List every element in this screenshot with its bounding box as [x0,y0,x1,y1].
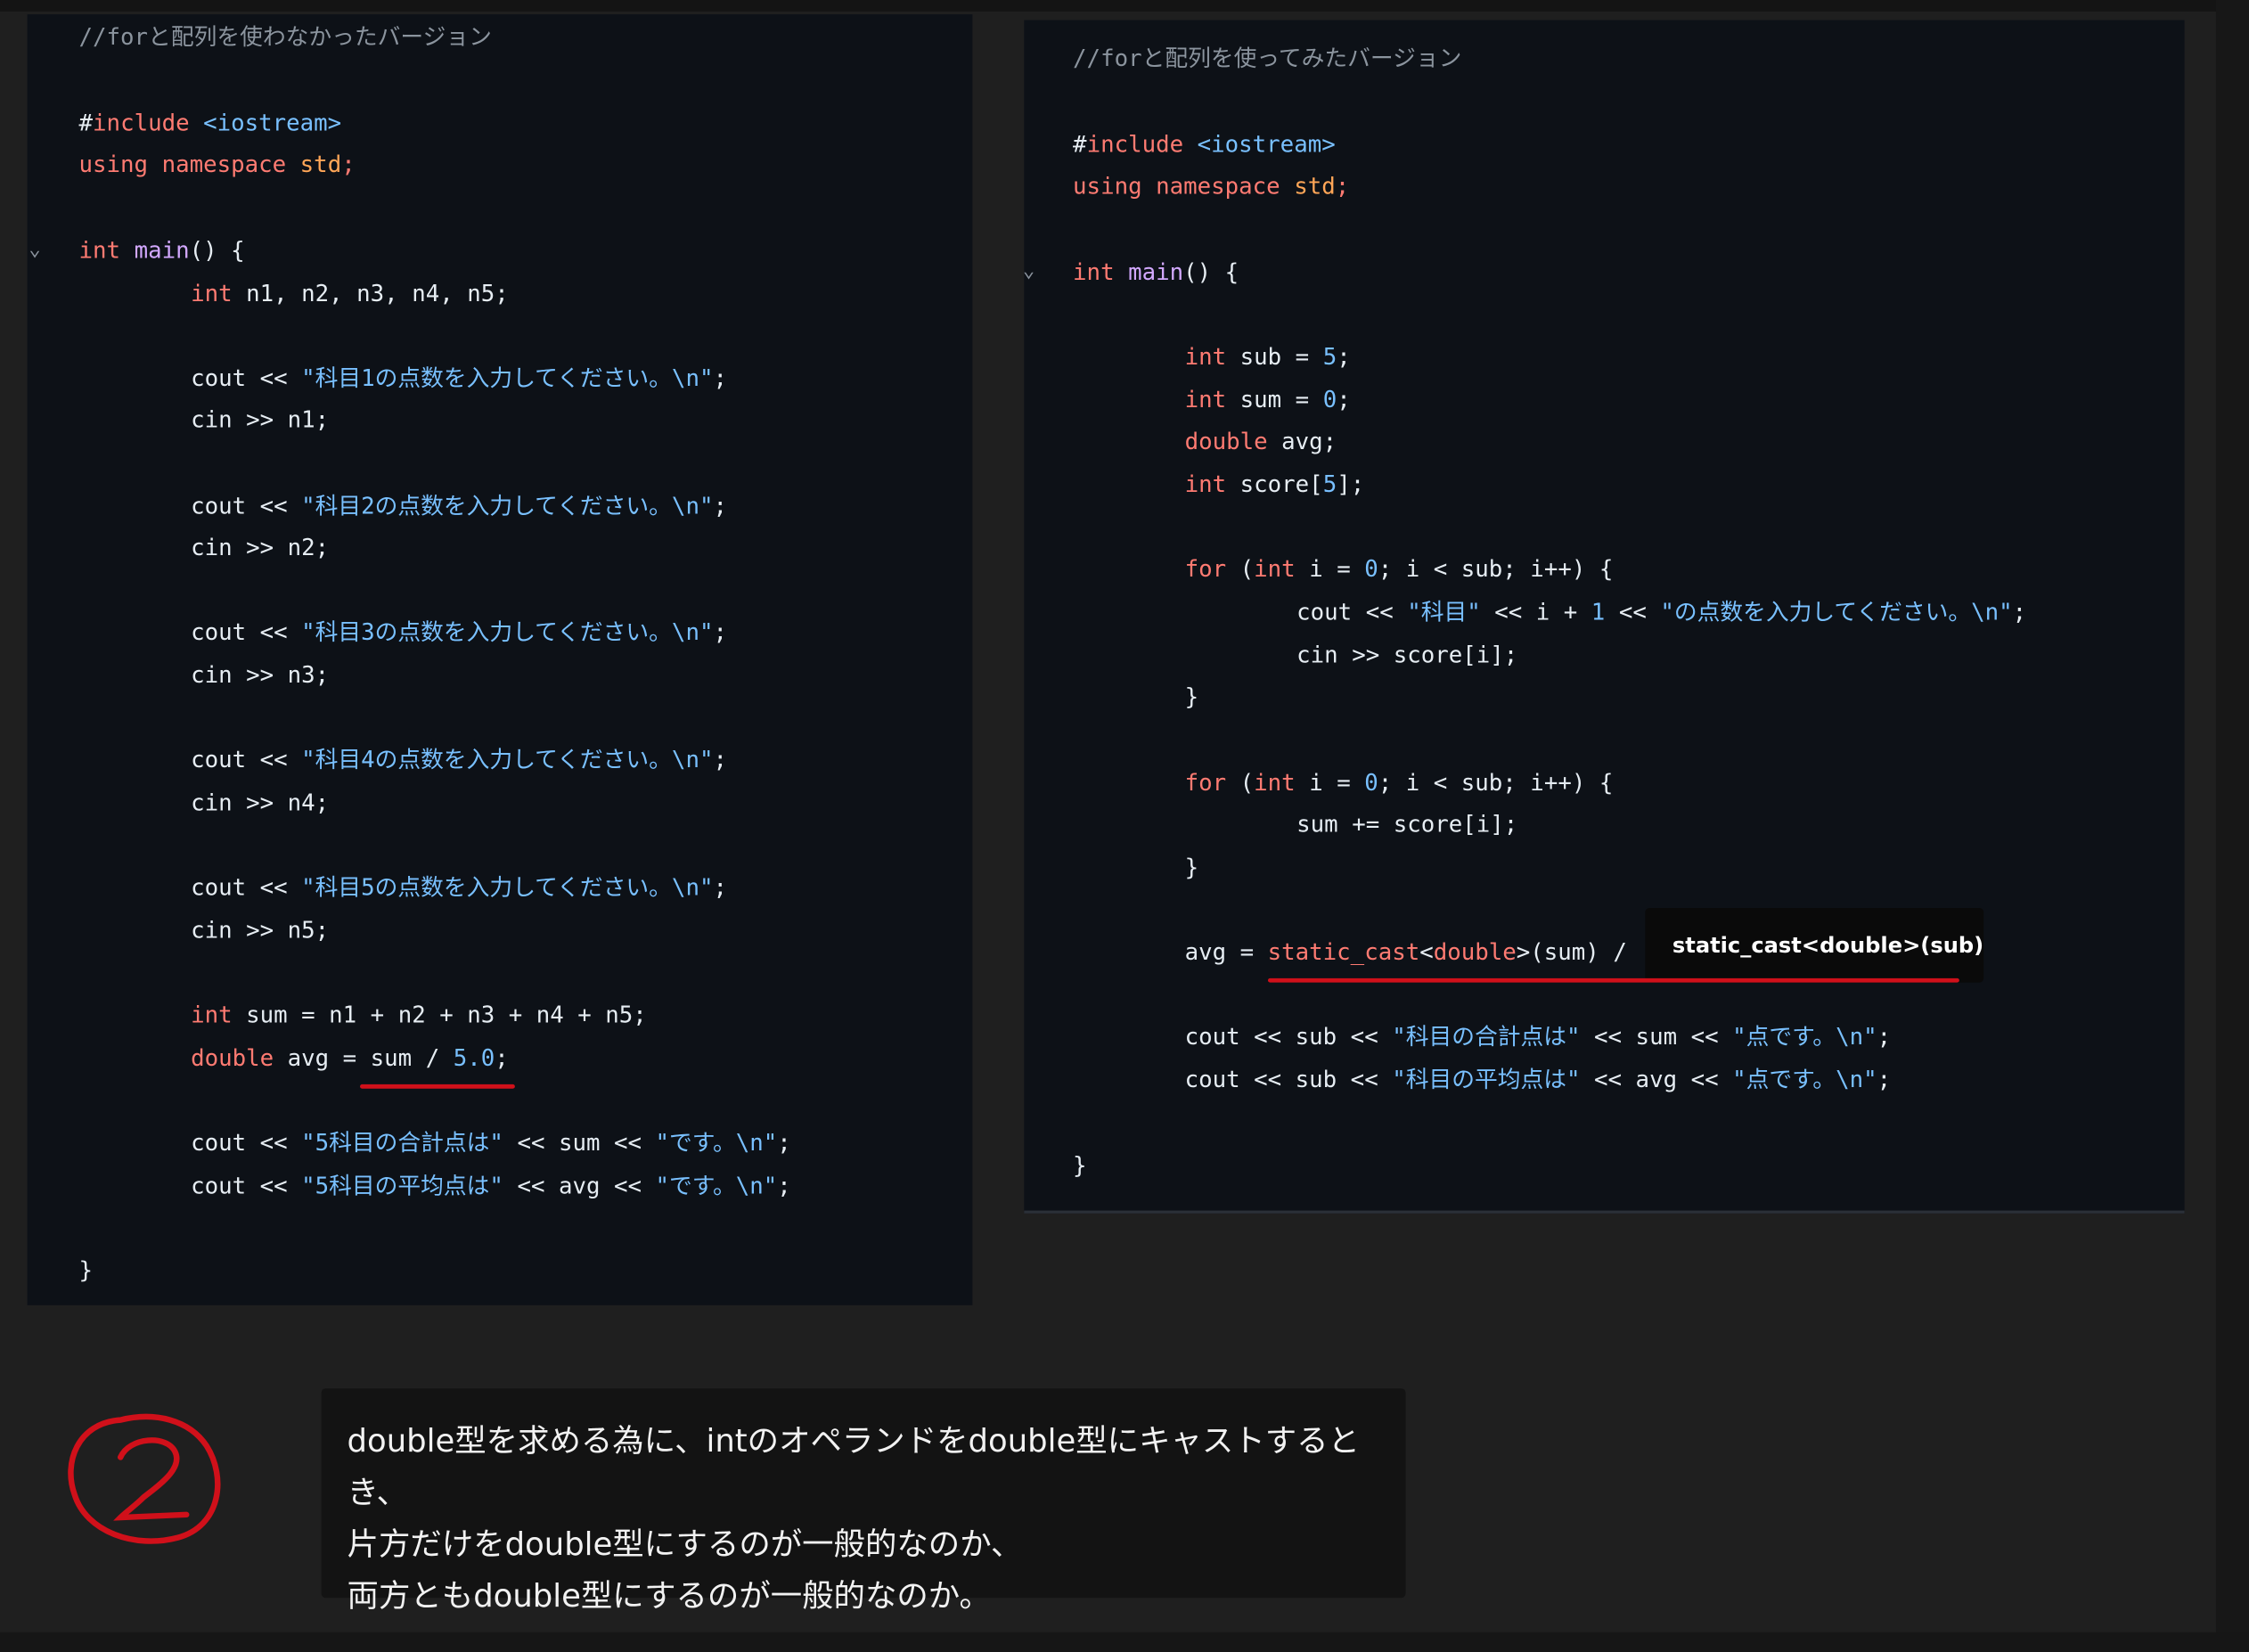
left-code-line-12: cin >> n4; [191,789,330,816]
screenshot-stage: //forと配列を使わなかったバージョン #include <iostream> u… [0,0,2249,1652]
right-code-line-15: avg = static_cast<double>(sum) / [1184,937,1627,966]
left-code-line-6: cin >> n1; [191,405,330,434]
code-panel-without-for [27,14,973,1305]
left-code-line-2: using namespace std; [78,151,356,178]
bottom-bar [0,1632,2249,1652]
left-code-line-15: int sum = n1 + n2 + n3 + n4 + n5; [191,1001,647,1029]
chevron-down-icon[interactable]: ⌄ [29,238,41,261]
right-code-line-9: cout << "科目" << i + 1 << "の点数を入力してください。\… [1296,598,2027,626]
right-code-line-16: cout << sub << "科目の合計点は" << sum << "点です。… [1184,1022,1892,1051]
left-code-line-16: double avg = sum / 5.0; [191,1043,509,1072]
left-code-line-3: int main() { [78,236,245,265]
right-code-line-17: cout << sub << "科目の平均点は" << avg << "点です。… [1184,1066,1892,1093]
red-underline-left [360,1084,515,1089]
right-code-line-11: } [1184,683,1199,710]
left-code-line-1: #include <iostream> [78,109,342,136]
circled-2-icon [68,1413,221,1544]
left-code-line-0: //forと配列を使わなかったバージョン [78,22,492,51]
hover-tooltip: static_cast<double>(sub) [1645,907,1983,983]
left-code-line-7: cout << "科目2の点数を入力してください。\n"; [191,492,727,519]
right-code-line-4: int sub = 5; [1184,342,1351,371]
left-code-line-19: } [78,1256,94,1284]
right-code-line-2: using namespace std; [1073,172,1350,200]
left-code-line-5: cout << "科目1の点数を入力してください。\n"; [191,364,727,392]
red-underline-right [1267,977,1959,983]
left-code-line-8: cin >> n2; [191,533,330,561]
right-code-line-7: int score[5]; [1184,470,1365,498]
left-code-line-9: cout << "科目3の点数を入力してください。\n"; [191,617,727,646]
right-code-line-18: } [1073,1151,1087,1180]
right-code-line-10: cin >> score[i]; [1296,641,1518,669]
left-code-line-4: int n1, n2, n3, n4, n5; [191,279,509,307]
right-code-line-12: for (int i = 0; i < sub; i++) { [1184,768,1614,797]
right-code-line-6: double avg; [1184,427,1337,455]
left-code-line-10: cin >> n3; [191,661,330,689]
question-text: double型を求める為に、intのオペランドをdouble型にキャストするとき… [321,1388,1406,1615]
right-code-line-8: for (int i = 0; i < sub; i++) { [1184,554,1614,583]
right-code-line-5: int sum = 0; [1184,386,1351,413]
right-code-line-13: sum += score[i]; [1296,810,1518,838]
left-code-line-13: cout << "科目5の点数を入力してください。\n"; [191,873,727,901]
right-code-line-14: } [1184,853,1199,881]
chevron-down-icon[interactable]: ⌄ [1023,259,1035,282]
left-code-line-11: cout << "科目4の点数を入力してください。\n"; [191,746,727,773]
left-code-line-17: cout << "5科目の合計点は" << sum << "です。\n"; [191,1128,791,1157]
right-code-line-3: int main() { [1073,258,1239,286]
right-code-line-1: #include <iostream> [1073,130,1336,159]
top-bar [0,0,2249,12]
left-code-line-14: cin >> n5; [191,916,330,945]
right-code-line-0: //forと配列を使ってみたバージョン [1073,44,1462,72]
right-strip [2215,0,2249,1652]
left-code-line-18: cout << "5科目の平均点は" << avg << "です。\n"; [191,1172,791,1199]
